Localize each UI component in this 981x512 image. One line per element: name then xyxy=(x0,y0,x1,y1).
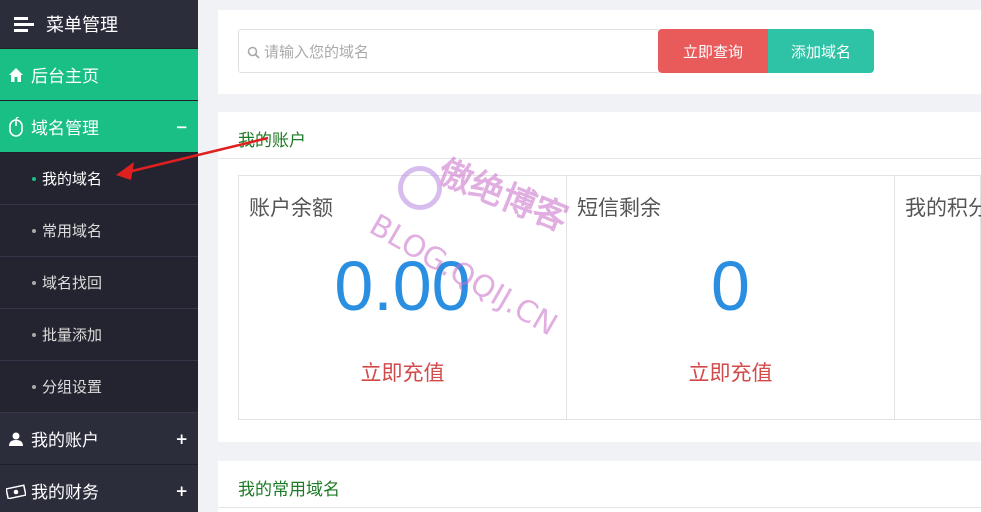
sidebar-subitem-my-domains[interactable]: 我的域名 xyxy=(0,153,198,205)
query-button[interactable]: 立即查询 xyxy=(658,29,768,73)
sidebar-item-my-account[interactable]: 我的账户 + xyxy=(0,413,198,465)
sidebar-item-domain-manage[interactable]: 域名管理 − xyxy=(0,101,198,153)
bullet-icon xyxy=(32,176,36,181)
user-icon xyxy=(6,429,26,449)
divider xyxy=(218,507,981,508)
sidebar-item-label: 我的财务 xyxy=(31,483,99,503)
sidebar-item-label: 后台主页 xyxy=(31,67,99,87)
collapse-icon[interactable]: − xyxy=(175,118,188,136)
divider xyxy=(218,158,981,159)
common-domains-title: 我的常用域名 xyxy=(238,480,340,500)
bullet-icon xyxy=(32,228,36,233)
sidebar-subitem-label: 常用域名 xyxy=(42,222,103,240)
card-label: 短信剩余 xyxy=(577,196,661,220)
expand-icon[interactable]: + xyxy=(175,430,188,448)
sidebar-subitem-common-domains[interactable]: 常用域名 xyxy=(0,205,198,257)
mouse-icon xyxy=(6,116,26,137)
add-domain-button[interactable]: 添加域名 xyxy=(768,29,874,73)
sidebar-subitem-label: 我的域名 xyxy=(42,170,103,188)
home-icon xyxy=(6,65,26,85)
recharge-link[interactable]: 立即充值 xyxy=(239,357,566,387)
bullet-icon xyxy=(32,384,36,389)
account-panel: 我的账户 账户余额 0.00 立即充值 短信剩余 0 立即充值 我的积分 xyxy=(218,112,981,442)
sidebar-subitem-domain-recovery[interactable]: 域名找回 xyxy=(0,257,198,309)
balance-card: 账户余额 0.00 立即充值 xyxy=(239,176,567,419)
bullet-icon xyxy=(32,280,36,285)
balance-value: 0.00 xyxy=(334,247,471,325)
menu-header-label: 菜单管理 xyxy=(46,15,118,36)
bullet-icon xyxy=(32,332,36,337)
sidebar-subitem-label: 域名找回 xyxy=(42,274,103,292)
search-icon xyxy=(247,45,260,59)
menu-header[interactable]: 菜单管理 xyxy=(0,0,198,49)
sms-card: 短信剩余 0 立即充值 xyxy=(567,176,895,419)
sidebar-item-label: 域名管理 xyxy=(31,119,99,139)
expand-icon[interactable]: + xyxy=(175,482,188,500)
search-input[interactable]: 请输入您的域名 xyxy=(238,29,660,73)
sidebar-subitem-batch-add[interactable]: 批量添加 xyxy=(0,309,198,361)
account-cards: 账户余额 0.00 立即充值 短信剩余 0 立即充值 我的积分 xyxy=(238,175,981,420)
sidebar-subitem-label: 分组设置 xyxy=(42,378,103,396)
account-title: 我的账户 xyxy=(238,131,306,151)
sidebar-subitem-label: 批量添加 xyxy=(42,326,103,344)
sidebar-item-home[interactable]: 后台主页 xyxy=(0,49,198,101)
sidebar-item-my-finance[interactable]: 我的财务 + xyxy=(0,465,198,512)
sidebar: 菜单管理 后台主页 域名管理 − 我的域名 常用域名 域名找回 批量添加 分组设… xyxy=(0,0,198,512)
menu-icon xyxy=(14,16,34,32)
card-label: 我的积分 xyxy=(905,196,981,220)
search-panel: 请输入您的域名 立即查询 添加域名 xyxy=(218,10,981,94)
common-domains-panel: 我的常用域名 xyxy=(218,461,981,512)
sidebar-item-label: 我的账户 xyxy=(31,431,99,451)
card-label: 账户余额 xyxy=(249,196,333,220)
search-placeholder: 请输入您的域名 xyxy=(264,42,370,61)
points-card: 我的积分 xyxy=(895,176,981,419)
main-content: 请输入您的域名 立即查询 添加域名 我的账户 账户余额 0.00 立即充值 短信… xyxy=(198,0,981,512)
sms-value: 0 xyxy=(711,247,750,325)
recharge-link[interactable]: 立即充值 xyxy=(567,357,894,387)
sidebar-subitem-group-settings[interactable]: 分组设置 xyxy=(0,361,198,413)
money-icon xyxy=(6,481,26,501)
